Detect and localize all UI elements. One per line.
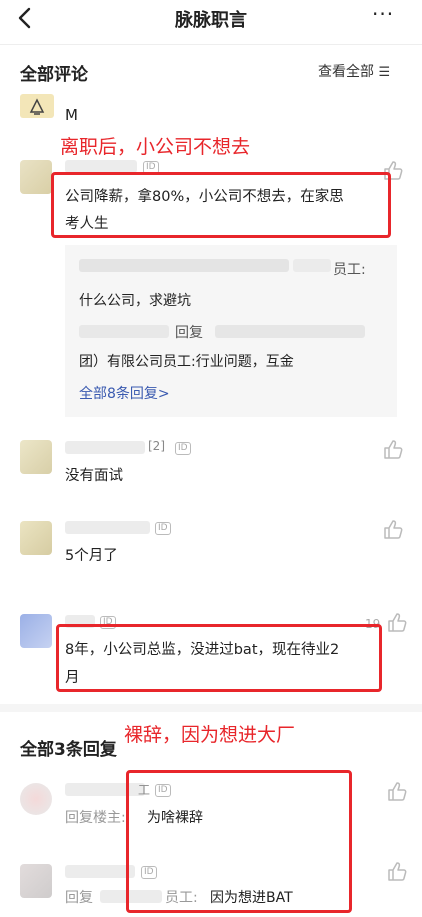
sort-icon: ☰ [378,65,391,80]
view-all-label: 查看全部 [318,64,374,80]
user-name[interactable] [65,521,150,534]
avatar[interactable] [20,521,52,555]
reply-preview[interactable]: 员工: 什么公司，求避坑 回复 团）有限公司员工:行业问题，互金 全部8条回复> [65,245,397,417]
avatar[interactable] [20,160,52,194]
reply-author [79,259,289,272]
reply-line: 什么公司，求避坑 [79,293,191,309]
thumbs-up-icon[interactable] [386,611,408,633]
more-icon[interactable]: ··· [372,2,394,26]
reply-line: 回复 [175,325,203,341]
thumbs-up-icon[interactable] [386,780,408,802]
highlight-box [56,624,382,692]
user-name[interactable] [65,865,135,878]
replies-section-title: 全部3条回复 [20,740,117,760]
comment-text: 5个月了 [65,548,118,564]
avatar[interactable] [20,864,52,898]
comment-text: M [65,106,78,124]
user-name[interactable] [65,441,145,454]
reply-author [293,259,331,272]
id-badge: ID [155,522,171,535]
more-replies-link[interactable]: 全部8条回复> [79,383,170,403]
header: 脉脉职言 ··· [0,0,422,40]
header-divider [0,44,422,45]
section-divider [0,704,422,712]
thumbs-up-icon[interactable] [386,860,408,882]
avatar[interactable] [20,614,52,648]
comment-text: 没有面试 [65,468,123,484]
highlight-box [51,172,391,238]
view-all-button[interactable]: 查看全部 ☰ [318,61,390,81]
reply-prefix: 回复楼主: [65,810,126,826]
id-badge: ID [175,442,191,455]
reply-line: 团）有限公司员工:行业问题，互金 [79,354,294,370]
page-title: 脉脉职言 [175,10,247,31]
avatar[interactable] [20,783,52,815]
annotation-text: 离职后，小公司不想去 [60,136,251,158]
reply-author [215,325,365,338]
lamp-icon [29,98,45,115]
highlight-box [126,770,352,913]
avatar[interactable] [20,440,52,474]
annotation-text: 裸辞，因为想进大厂 [124,724,296,746]
thumbs-up-icon[interactable] [382,518,404,540]
reply-line: 员工: [333,262,366,278]
reply-author [79,325,169,338]
comments-section-title: 全部评论 [20,65,88,85]
reply-prefix: 回复 [65,890,93,906]
user-name-suffix: [2] [148,439,165,453]
thumbs-up-icon[interactable] [382,438,404,460]
avatar[interactable] [20,94,54,118]
